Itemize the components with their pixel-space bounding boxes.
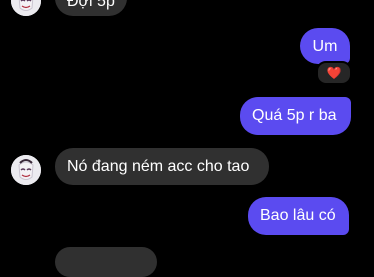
avatar-mask-icon bbox=[11, 155, 41, 185]
message-bubble-outgoing[interactable]: Quá 5p r ba bbox=[240, 97, 351, 135]
heart-icon: ❤️ bbox=[326, 66, 342, 80]
message-text: Um bbox=[312, 38, 338, 55]
avatar[interactable] bbox=[11, 155, 41, 185]
reaction-badge[interactable]: ❤️ bbox=[316, 61, 352, 85]
message-bubble-incoming[interactable]: Đợi 5p bbox=[55, 0, 127, 16]
avatar[interactable] bbox=[11, 0, 41, 16]
message-text: Đợi 5p bbox=[67, 0, 115, 10]
message-bubble-outgoing[interactable]: Um bbox=[300, 28, 350, 64]
message-text: Nó đang ném acc cho tao bbox=[67, 158, 250, 175]
message-text: Quá 5p r ba bbox=[252, 107, 337, 124]
avatar-mask-icon bbox=[11, 0, 41, 16]
message-bubble-outgoing[interactable]: Bao lâu có bbox=[248, 197, 349, 235]
message-bubble-incoming[interactable] bbox=[55, 247, 157, 277]
message-text: Bao lâu có bbox=[260, 207, 336, 224]
message-bubble-incoming[interactable]: Nó đang ném acc cho tao bbox=[55, 148, 269, 185]
